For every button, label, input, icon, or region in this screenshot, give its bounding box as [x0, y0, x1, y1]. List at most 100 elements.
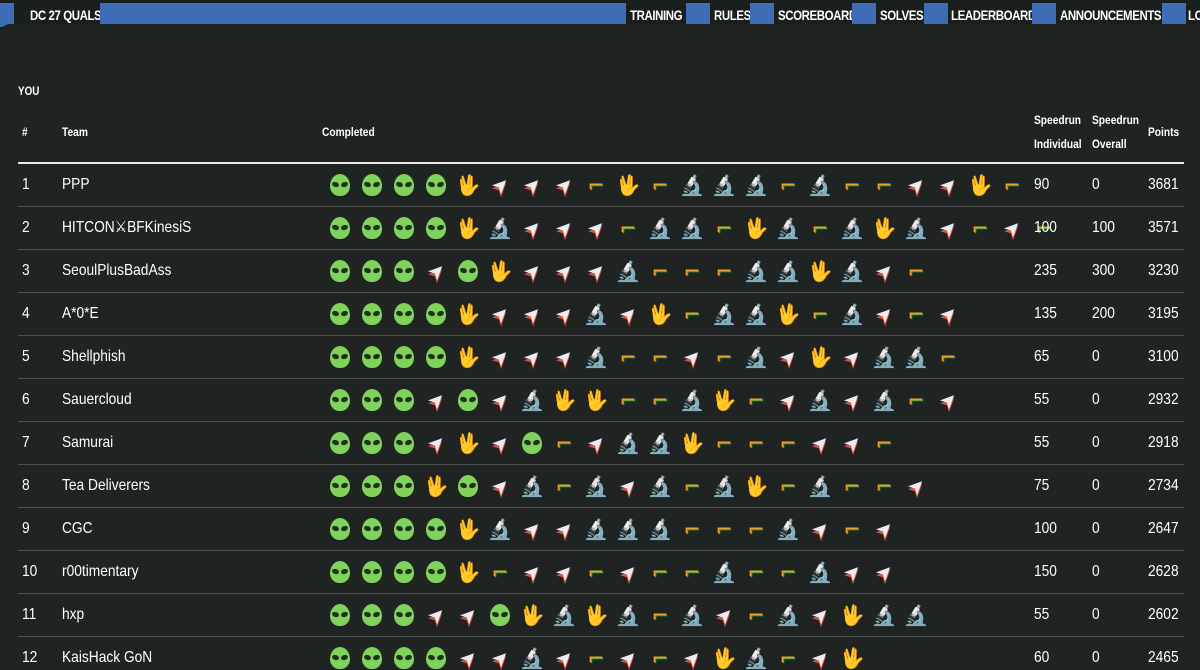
rocket-icon: ➤ — [772, 341, 804, 373]
alien-glyph — [426, 346, 446, 368]
rank-cell: 2 — [22, 219, 30, 236]
gun-icon: ⌐ — [644, 169, 676, 201]
team-name[interactable]: Samurai — [62, 422, 113, 464]
alien-icon — [356, 513, 388, 545]
speedrun-individual-cell: 55 — [1034, 434, 1050, 451]
points-cell: 3100 — [1148, 348, 1179, 365]
gun-icon: ⌐ — [900, 384, 932, 416]
microscope-icon: 🔬 — [740, 642, 772, 670]
microscope-icon: 🔬 — [612, 599, 644, 631]
gun-icon: ⌐ — [644, 255, 676, 287]
completed-icons: ➤ ➤ 🖖 🔬 🖖 🔬 ⌐ 🔬 ➤ ⌐ 🔬 ➤ 🖖 🔬 🔬 — [324, 594, 932, 636]
gun-glyph: ⌐ — [907, 388, 925, 412]
gun-glyph: ⌐ — [651, 603, 669, 627]
rocket-glyph: ➤ — [549, 256, 579, 286]
team-name[interactable]: Tea Deliverers — [62, 465, 150, 507]
team-name[interactable]: PPP — [62, 164, 90, 206]
vulcan-glyph: 🖖 — [679, 431, 705, 455]
team-name[interactable]: SeoulPlusBadAss — [62, 250, 171, 292]
gun-icon: ⌐ — [676, 556, 708, 588]
points-cell: 2734 — [1148, 477, 1179, 494]
vulcan-glyph: 🖖 — [615, 173, 641, 197]
microscope-icon: 🔬 — [676, 212, 708, 244]
rocket-icon: ➤ — [932, 212, 964, 244]
rocket-glyph: ➤ — [485, 385, 515, 415]
vulcan-glyph: 🖖 — [871, 216, 897, 240]
alien-icon — [356, 341, 388, 373]
microscope-icon: 🔬 — [804, 470, 836, 502]
team-name[interactable]: HITCON⚔BFKinesiS — [62, 207, 191, 249]
alien-icon — [420, 298, 452, 330]
rocket-glyph: ➤ — [613, 557, 643, 587]
rocket-icon: ➤ — [932, 298, 964, 330]
alien-icon — [452, 255, 484, 287]
gun-icon: ⌐ — [708, 513, 740, 545]
microscope-glyph: 🔬 — [743, 302, 769, 326]
microscope-glyph: 🔬 — [775, 517, 801, 541]
gun-glyph: ⌐ — [683, 560, 701, 584]
gun-glyph: ⌐ — [651, 173, 669, 197]
vulcan-glyph: 🖖 — [455, 431, 481, 455]
alien-glyph — [426, 518, 446, 540]
table-row: 7 Samurai ➤ 🖖 ➤ ⌐ ➤ 🔬 🔬 🖖 ⌐ ⌐ ⌐ ➤ ➤ ⌐ 55 0 2918 — [18, 422, 1184, 465]
microscope-glyph: 🔬 — [775, 259, 801, 283]
speedrun-overall-cell: 0 — [1092, 391, 1100, 408]
gun-glyph: ⌐ — [843, 173, 861, 197]
gun-icon: ⌐ — [484, 556, 516, 588]
rocket-glyph: ➤ — [805, 514, 835, 544]
team-name[interactable]: r00timentary — [62, 551, 138, 593]
gun-glyph: ⌐ — [779, 474, 797, 498]
gun-glyph: ⌐ — [555, 474, 573, 498]
section-label-you: YOU — [18, 84, 40, 98]
alien-glyph — [362, 518, 382, 540]
completed-icons: 🖖 ➤ ➤ ➤ 🔬 ➤ 🖖 ⌐ 🔬 🔬 🖖 ⌐ 🔬 ➤ ⌐ ➤ — [324, 293, 964, 335]
nav-bottom-curve — [0, 24, 1200, 34]
team-name[interactable]: hxp — [62, 594, 84, 636]
vulcan-icon: 🖖 — [580, 384, 612, 416]
microscope-glyph: 🔬 — [775, 603, 801, 627]
rocket-icon: ➤ — [516, 212, 548, 244]
microscope-icon: 🔬 — [548, 599, 580, 631]
microscope-glyph: 🔬 — [615, 517, 641, 541]
alien-glyph — [330, 260, 350, 282]
rank-cell: 9 — [22, 520, 30, 537]
rocket-glyph: ➤ — [453, 600, 483, 630]
gun-icon: ⌐ — [644, 384, 676, 416]
team-name[interactable]: Shellphish — [62, 336, 125, 378]
vulcan-glyph: 🖖 — [455, 517, 481, 541]
gun-icon: ⌐ — [964, 212, 996, 244]
alien-glyph — [362, 389, 382, 411]
rocket-icon: ➤ — [516, 169, 548, 201]
gun-glyph: ⌐ — [779, 173, 797, 197]
gun-glyph: ⌐ — [683, 259, 701, 283]
rocket-glyph: ➤ — [869, 514, 899, 544]
alien-icon — [356, 470, 388, 502]
alien-icon — [356, 169, 388, 201]
gun-icon: ⌐ — [868, 470, 900, 502]
microscope-glyph: 🔬 — [583, 345, 609, 369]
gun-icon: ⌐ — [644, 556, 676, 588]
team-name[interactable]: KaisHack GoN — [62, 637, 152, 670]
team-name[interactable]: A*0*E — [62, 293, 99, 335]
microscope-glyph: 🔬 — [551, 603, 577, 627]
alien-glyph — [426, 217, 446, 239]
rocket-glyph: ➤ — [485, 170, 515, 200]
vulcan-glyph: 🖖 — [711, 646, 737, 670]
team-name[interactable]: Sauercloud — [62, 379, 132, 421]
rocket-icon: ➤ — [868, 298, 900, 330]
rocket-icon: ➤ — [932, 169, 964, 201]
microscope-glyph: 🔬 — [487, 216, 513, 240]
alien-glyph — [394, 174, 414, 196]
team-name[interactable]: CGC — [62, 508, 93, 550]
gun-icon: ⌐ — [804, 298, 836, 330]
microscope-glyph: 🔬 — [839, 259, 865, 283]
gun-glyph: ⌐ — [843, 517, 861, 541]
gun-icon: ⌐ — [740, 513, 772, 545]
alien-icon — [324, 470, 356, 502]
speedrun-individual-cell: 150 — [1034, 563, 1057, 580]
alien-glyph — [362, 604, 382, 626]
rocket-glyph: ➤ — [901, 170, 931, 200]
microscope-icon: 🔬 — [580, 470, 612, 502]
alien-icon — [388, 169, 420, 201]
top-nav: DC 27 QUALS TRAINING RULES SCOREBOARD SO… — [0, 0, 1200, 34]
